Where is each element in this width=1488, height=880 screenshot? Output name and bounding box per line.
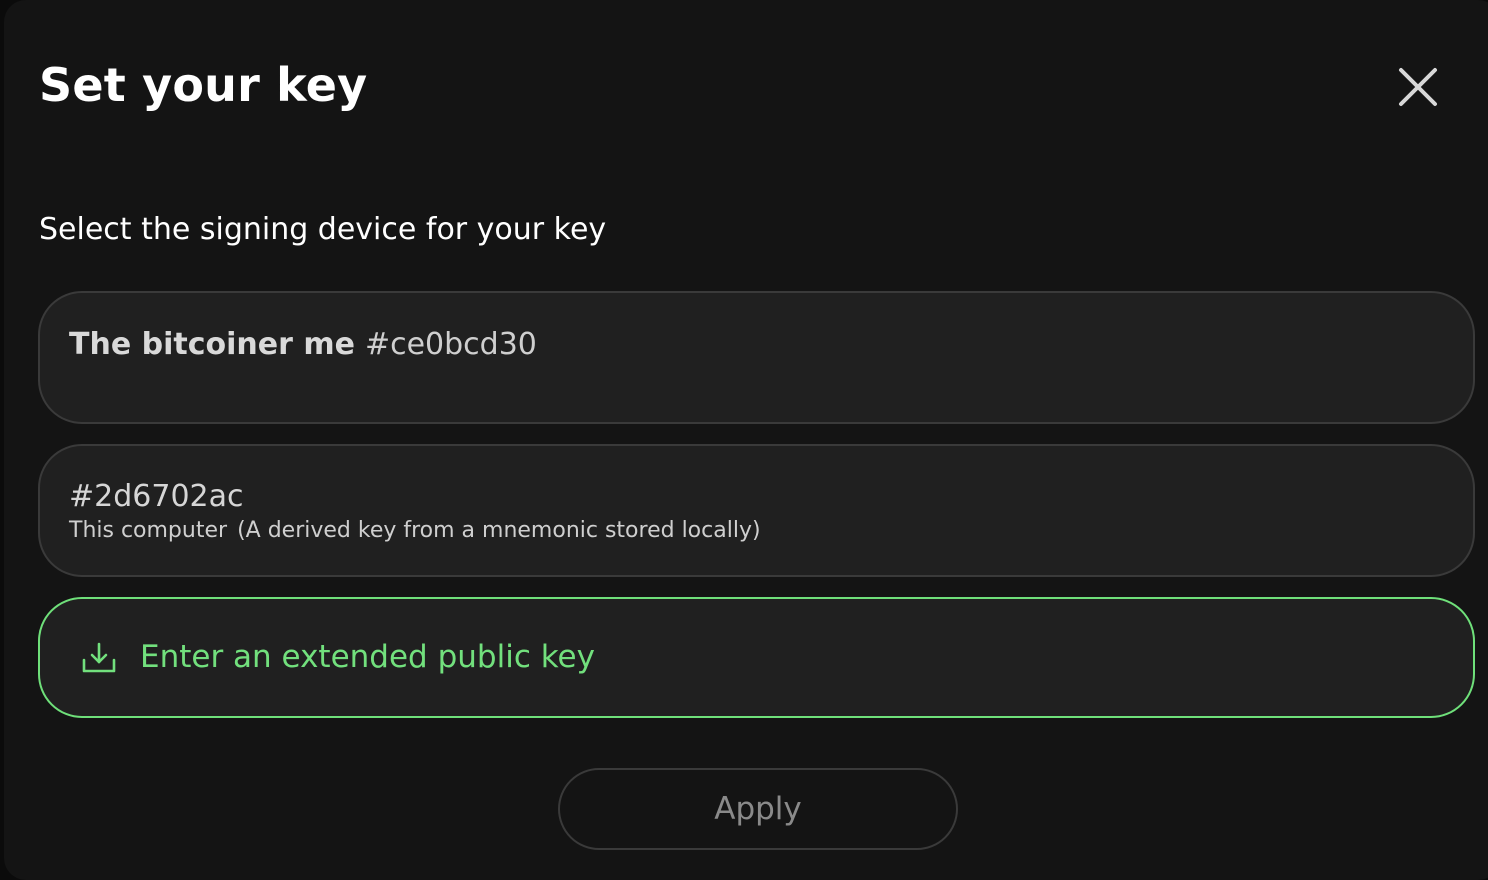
set-key-modal: Set your key Select the signing device f… [4,0,1488,880]
modal-subtitle: Select the signing device for your key [39,212,607,247]
enter-xpub-option[interactable]: Enter an extended public key [38,597,1475,718]
close-icon [1399,68,1437,106]
device-fingerprint: #2d6702ac [69,479,244,514]
device-alias: The bitcoiner me [69,327,355,362]
device-kind: This computer [69,518,228,543]
download-icon [82,642,116,673]
close-button[interactable] [1393,62,1443,112]
device-description: This computer (A derived key from a mnemo… [69,518,761,543]
device-option-this-computer[interactable]: #2d6702ac This computer (A derived key fr… [38,444,1475,577]
apply-button[interactable]: Apply [558,768,958,850]
device-fingerprint: #ce0bcd30 [364,327,537,362]
device-option-bitcoiner[interactable]: The bitcoiner me #ce0bcd30 [38,291,1475,424]
device-option-header: The bitcoiner me #ce0bcd30 [69,327,537,362]
device-note: (A derived key from a mnemonic stored lo… [237,518,761,543]
enter-xpub-label: Enter an extended public key [140,639,595,675]
modal-title: Set your key [39,58,368,112]
